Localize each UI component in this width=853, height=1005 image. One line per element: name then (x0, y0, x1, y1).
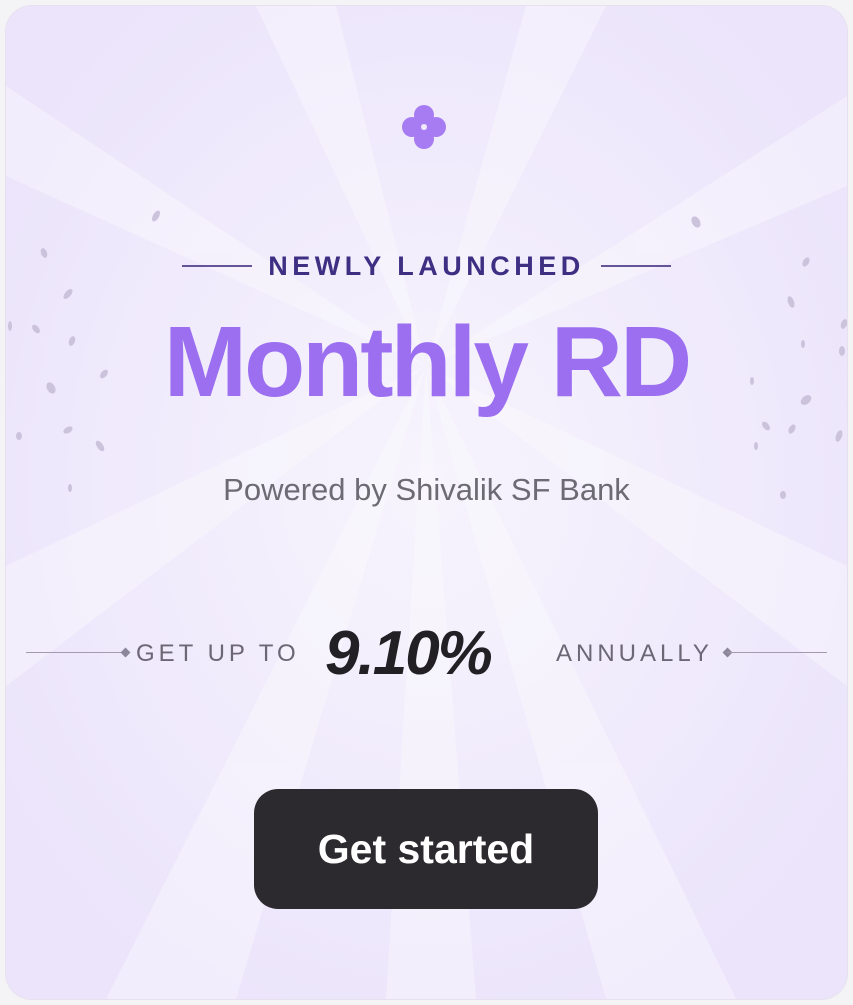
promo-card[interactable]: NEWLY LAUNCHED Monthly RD Powered by Shi… (6, 6, 847, 999)
rate-divider-left (26, 652, 126, 653)
badge-divider-left (182, 265, 253, 267)
diamond-left-icon (120, 647, 131, 658)
get-started-button[interactable]: Get started (254, 789, 598, 909)
interest-rate-row: GET UP TO 9.10% ANNUALLY (26, 618, 827, 688)
badge-divider-right (600, 265, 671, 267)
rate-suffix: ANNUALLY (556, 640, 713, 667)
rate-divider-right (727, 652, 827, 653)
interest-rate-value: 9.10% (325, 619, 493, 688)
product-title: Monthly RD (163, 306, 692, 418)
launch-badge: NEWLY LAUNCHED (268, 250, 585, 281)
rate-prefix: GET UP TO (136, 640, 300, 667)
four-petal-flower-icon (402, 105, 446, 149)
powered-by-text: Powered by Shivalik SF Bank (223, 472, 630, 507)
launch-badge-row: NEWLY LAUNCHED (6, 246, 847, 286)
get-started-label: Get started (317, 825, 535, 872)
